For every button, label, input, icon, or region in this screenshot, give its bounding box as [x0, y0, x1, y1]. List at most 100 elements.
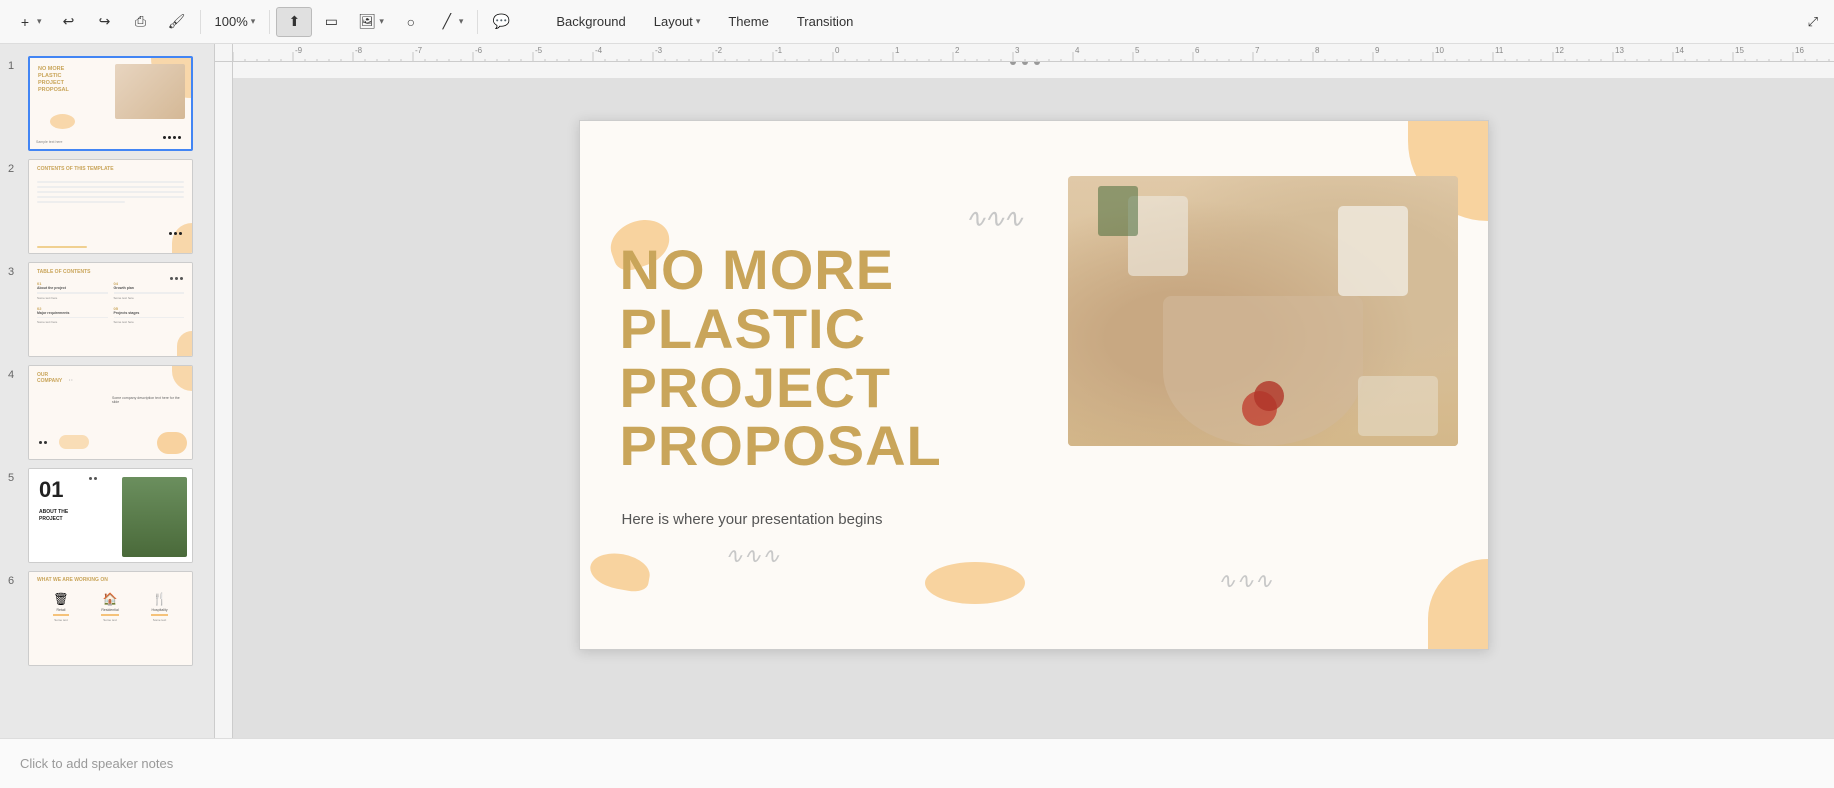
undo-icon: ↩	[60, 13, 78, 31]
slide-number-1: 1	[8, 60, 22, 72]
svg-text:6: 6	[1195, 46, 1200, 55]
slide4-blob2	[59, 435, 89, 449]
line-icon: ╱	[438, 13, 456, 31]
deco-blob-bottom-center	[925, 562, 1025, 604]
image-dropdown-arrow: ▾	[379, 16, 384, 27]
menu-theme[interactable]: Theme	[714, 8, 782, 35]
undo-button[interactable]: ↩	[52, 7, 86, 37]
slide-thumbnail-5: 01 ABOUT THEPROJECT	[28, 468, 193, 563]
slide2-lines	[37, 178, 184, 206]
image-tool-button[interactable]: 🖼 ▾	[350, 7, 392, 37]
speaker-notes-placeholder: Click to add speaker notes	[20, 756, 173, 771]
slide-item-6[interactable]: 6 WHAT WE ARE WORKING ON 🗑 Retail Some t…	[0, 567, 214, 670]
svg-text:7: 7	[1255, 46, 1260, 55]
slide5-image	[122, 477, 187, 557]
main-slide-photo	[1068, 176, 1458, 446]
main-title: NO MORE PLASTIC PROJECT PROPOSAL	[620, 241, 942, 476]
separator-2	[269, 10, 270, 34]
deco-wave-top: ∿∿∿	[965, 203, 1021, 234]
image-icon: 🖼	[358, 13, 376, 31]
slide5-num: 01	[39, 479, 63, 501]
speaker-notes[interactable]: Click to add speaker notes	[0, 738, 1834, 788]
slide6-icons: 🗑 Retail Some text 🏠 Residential Some te…	[37, 592, 184, 622]
menu-transition[interactable]: Transition	[783, 8, 868, 35]
shape-tool-button[interactable]: ○	[394, 7, 428, 37]
deco-orange-bottom-right	[1428, 559, 1488, 649]
comment-button[interactable]: 💬	[484, 7, 518, 37]
select-tool-button[interactable]: ⬆	[276, 7, 312, 37]
main-title-line4: PROPOSAL	[620, 417, 942, 476]
svg-text:16: 16	[1795, 46, 1804, 55]
svg-text:9: 9	[1375, 46, 1380, 55]
svg-text:-1: -1	[775, 46, 783, 55]
slide-item-2[interactable]: 2 CONTENTS OF THIS TEMPLATE	[0, 155, 214, 258]
slide-item-3[interactable]: 3 TABLE OF CONTENTS 01 About the project…	[0, 258, 214, 361]
svg-text:12: 12	[1555, 46, 1564, 55]
shape-icon: ○	[402, 13, 420, 31]
zoom-label: 100%	[215, 14, 248, 29]
main-slide[interactable]: ∿∿∿ ∿∿∿ ∿∿∿	[579, 120, 1489, 650]
photo-inner	[1068, 176, 1458, 446]
svg-text:10: 10	[1435, 46, 1444, 55]
add-dropdown-arrow: ▾	[37, 16, 42, 27]
svg-text:3: 3	[1015, 46, 1020, 55]
fullscreen-button[interactable]: ⤢	[1800, 7, 1826, 37]
slide-number-3: 3	[8, 266, 22, 278]
deco-wave-bottom-left: ∿∿∿	[725, 543, 780, 569]
slide-item-5[interactable]: 5 01 ABOUT THEPROJECT	[0, 464, 214, 567]
line-tool-button[interactable]: ╱ ▾	[430, 7, 472, 37]
svg-text:-4: -4	[595, 46, 603, 55]
toolbar: + ▾ ↩ ↪ ⎙ 🖌 100% ▾ ⬆ ▭ 🖼 ▾	[0, 0, 1834, 44]
slide-number-2: 2	[8, 163, 22, 175]
slide-thumbnail-4: OURCOMPANY Some company description text…	[28, 365, 193, 460]
svg-text:15: 15	[1735, 46, 1744, 55]
text-box-icon: ▭	[322, 13, 340, 31]
canvas-area: -9-8-7-6-5-4-3-2-10123456789101112131415…	[215, 44, 1834, 738]
text-tool-button[interactable]: ▭	[314, 7, 348, 37]
slide-thumbnail-1: NO MOREPLASTICPROJECTPROPOSAL Sample tex…	[28, 56, 193, 151]
slide-item-4[interactable]: 4 OURCOMPANY Some company description te…	[0, 361, 214, 464]
slide1-thumb-title: NO MOREPLASTICPROJECTPROPOSAL	[38, 66, 69, 95]
redo-button[interactable]: ↪	[88, 7, 122, 37]
slide4-blob	[157, 432, 187, 454]
menu-background[interactable]: Background	[542, 8, 639, 35]
svg-text:4: 4	[1075, 46, 1080, 55]
slide-number-6: 6	[8, 575, 22, 587]
slides-panel: 1 NO MOREPLASTICPROJECTPROPOSAL Sample t…	[0, 44, 215, 738]
print-button[interactable]: ⎙	[124, 7, 158, 37]
main-title-line2: PLASTIC	[620, 300, 942, 359]
svg-text:-6: -6	[475, 46, 483, 55]
toolbar-left-group: + ▾ ↩ ↪ ⎙ 🖌 100% ▾ ⬆ ▭ 🖼 ▾	[8, 7, 518, 37]
horizontal-ruler: -9-8-7-6-5-4-3-2-10123456789101112131415…	[233, 44, 1834, 62]
slide1-thumb-bottom: Sample text here	[36, 140, 62, 144]
separator-1	[200, 10, 201, 34]
slide4-dots-top: • •	[69, 378, 72, 382]
ruler-corner	[215, 44, 233, 62]
slide2-accent	[172, 223, 192, 253]
fullscreen-icon: ⤢	[1808, 14, 1818, 30]
slide2-title: CONTENTS OF THIS TEMPLATE	[37, 166, 114, 172]
slide4-accent-tr	[172, 366, 192, 391]
svg-text:2: 2	[955, 46, 960, 55]
menu-layout[interactable]: Layout ▾	[640, 8, 715, 35]
svg-text:5: 5	[1135, 46, 1140, 55]
layout-arrow: ▾	[696, 16, 701, 27]
zoom-button[interactable]: 100% ▾	[207, 7, 264, 37]
deco-wave-bottom-right: ∿∿∿	[1217, 568, 1272, 594]
slide-item-1[interactable]: 1 NO MOREPLASTICPROJECTPROPOSAL Sample t…	[0, 52, 214, 155]
slide5-title: ABOUT THEPROJECT	[39, 509, 68, 523]
svg-text:1: 1	[895, 46, 900, 55]
canvas-inner[interactable]: ∿∿∿ ∿∿∿ ∿∿∿	[233, 62, 1834, 708]
line-dropdown-arrow: ▾	[459, 16, 464, 27]
h-ruler-svg: -9-8-7-6-5-4-3-2-10123456789101112131415…	[233, 44, 1834, 62]
paint-format-button[interactable]: 🖌	[160, 7, 194, 37]
main-area: 1 NO MOREPLASTICPROJECTPROPOSAL Sample t…	[0, 44, 1834, 738]
slide3-grid: 01 About the project Some text here 04 G…	[37, 281, 184, 324]
svg-text:13: 13	[1615, 46, 1624, 55]
slide1-thumb-blob	[50, 114, 75, 129]
add-button[interactable]: + ▾	[8, 7, 50, 37]
slide5-dots	[89, 477, 109, 480]
main-title-line3: PROJECT	[620, 359, 942, 418]
slide3-title: TABLE OF CONTENTS	[37, 269, 91, 275]
redo-icon: ↪	[96, 13, 114, 31]
